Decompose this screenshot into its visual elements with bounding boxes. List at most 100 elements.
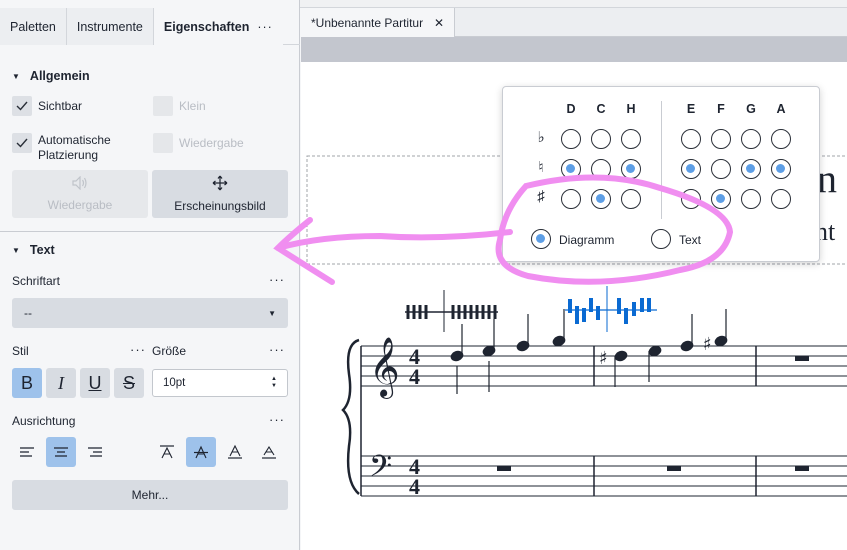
italic-button[interactable]: I	[46, 368, 76, 398]
whole-rests[interactable]	[497, 356, 809, 471]
column-header-H: H	[626, 102, 636, 116]
text-label: Text	[679, 233, 702, 247]
radio-A-0[interactable]	[771, 129, 791, 149]
column-header-F: F	[717, 102, 725, 116]
playback-checkbox-label: Wiedergabe	[179, 136, 244, 150]
radio-D-1[interactable]	[561, 159, 581, 179]
valign-middle-button[interactable]	[186, 437, 216, 467]
radio-H-1[interactable]	[621, 159, 641, 179]
radio-A-1[interactable]	[771, 159, 791, 179]
measure-2-notes[interactable]: ♯ ♯	[599, 309, 728, 387]
radio-F-0[interactable]	[711, 129, 731, 149]
diagram-radio[interactable]	[531, 229, 551, 249]
valign-middle-icon	[194, 445, 208, 459]
properties-panel: Paletten Instrumente Eigenschaften ··· ▼…	[0, 0, 300, 550]
fretboard-diagram-1[interactable]	[405, 290, 498, 332]
alignment-label: Ausrichtung	[12, 414, 76, 428]
align-left-button[interactable]	[12, 437, 42, 467]
section-general-title: Allgemein	[29, 69, 90, 83]
size-label: Größe	[152, 344, 187, 358]
fretboard-diagram-2-selected[interactable]	[565, 286, 657, 332]
valign-top-button[interactable]	[152, 437, 182, 467]
spin-arrows-icon[interactable]: ▲ ▼	[271, 376, 277, 390]
accidental-icon: ♭	[537, 129, 545, 146]
column-header-C: C	[596, 102, 606, 116]
radio-G-2[interactable]	[741, 189, 761, 209]
more-button[interactable]: Mehr...	[12, 480, 288, 510]
tab-menu-button[interactable]: ···	[257, 20, 273, 34]
caret-down-icon: ▼	[12, 245, 20, 255]
radio-D-2[interactable]	[561, 189, 581, 209]
radio-H-0[interactable]	[621, 129, 641, 149]
appearance-button[interactable]: Erscheinungsbild	[152, 170, 288, 218]
section-text-header[interactable]: ▼ Text	[12, 243, 55, 257]
font-more-button[interactable]: ···	[269, 272, 285, 287]
valign-baseline-button[interactable]	[220, 437, 250, 467]
size-more-button[interactable]: ···	[269, 342, 285, 357]
tab-palettes[interactable]: Paletten	[0, 8, 67, 45]
radio-E-2[interactable]	[681, 189, 701, 209]
radio-C-0[interactable]	[591, 129, 611, 149]
empty-checkbox-icon	[153, 96, 173, 116]
canvas-background	[301, 37, 847, 62]
valign-baseline-icon	[228, 444, 242, 459]
caret-down-icon: ▼	[12, 71, 20, 81]
bold-button[interactable]: B	[12, 368, 42, 398]
accidental-icon: ♯	[537, 188, 545, 205]
tab-instruments[interactable]: Instrumente	[66, 8, 154, 45]
font-size-value: 10pt	[163, 377, 186, 389]
svg-text:♯: ♯	[599, 348, 608, 369]
close-icon[interactable]: ✕	[434, 16, 444, 30]
small-checkbox: Klein	[153, 96, 206, 116]
playback-checkbox: Wiedergabe	[153, 133, 244, 153]
speaker-icon	[72, 175, 88, 194]
visible-checkbox[interactable]: Sichtbar	[12, 96, 82, 116]
radio-H-2[interactable]	[621, 189, 641, 209]
score-tab-title: *Unbenannte Partitur	[311, 15, 424, 30]
radio-G-0[interactable]	[741, 129, 761, 149]
tab-properties-label: Eigenschaften	[163, 19, 250, 34]
playback-button: Wiedergabe	[12, 170, 148, 218]
align-right-button[interactable]	[80, 437, 110, 467]
section-divider	[0, 231, 300, 232]
font-dropdown[interactable]: -- ▼	[12, 298, 288, 328]
radio-F-1[interactable]	[711, 159, 731, 179]
radio-C-1[interactable]	[591, 159, 611, 179]
radio-F-2[interactable]	[711, 189, 731, 209]
auto-placement-label-line2: Platzierung	[38, 148, 99, 162]
radio-C-2[interactable]	[591, 189, 611, 209]
radio-A-2[interactable]	[771, 189, 791, 209]
section-general-header[interactable]: ▼ Allgemein	[12, 69, 90, 83]
align-center-icon	[54, 447, 68, 457]
text-radio[interactable]	[651, 229, 671, 249]
align-left-icon	[20, 447, 34, 457]
section-text-title: Text	[29, 243, 55, 257]
tab-untitled-score[interactable]: *Unbenannte Partitur ✕	[301, 8, 455, 37]
underline-button[interactable]: U	[80, 368, 110, 398]
alignment-more-button[interactable]: ···	[269, 412, 285, 427]
radio-E-0[interactable]	[681, 129, 701, 149]
empty-checkbox-icon	[153, 133, 173, 153]
document-tabbar: *Unbenannte Partitur ✕	[301, 8, 847, 37]
panel-tabbar: Paletten Instrumente Eigenschaften ···	[0, 8, 300, 45]
time-sig-den: 4	[409, 364, 420, 389]
radio-D-0[interactable]	[561, 129, 581, 149]
font-dropdown-value: --	[24, 306, 32, 320]
radio-E-1[interactable]	[681, 159, 701, 179]
valign-bottom-icon	[262, 445, 276, 459]
tab-properties[interactable]: Eigenschaften ···	[153, 8, 283, 45]
accidental-icon: ♮	[538, 159, 544, 176]
visible-label: Sichtbar	[38, 99, 83, 113]
radio-G-1[interactable]	[741, 159, 761, 179]
checkmark-icon	[12, 96, 32, 116]
auto-placement-label: Automatische Platzierung	[38, 133, 111, 163]
valign-bottom-button[interactable]	[254, 437, 284, 467]
treble-clef-icon: 𝄞	[369, 337, 400, 399]
style-more-button[interactable]: ···	[130, 342, 146, 357]
font-size-input[interactable]: 10pt ▲ ▼	[152, 369, 288, 397]
auto-placement-checkbox[interactable]: Automatische Platzierung	[12, 133, 111, 163]
align-center-button[interactable]	[46, 437, 76, 467]
measure-1-notes[interactable]	[450, 309, 566, 394]
strikethrough-button[interactable]: S	[114, 368, 144, 398]
bass-staff	[361, 455, 847, 497]
